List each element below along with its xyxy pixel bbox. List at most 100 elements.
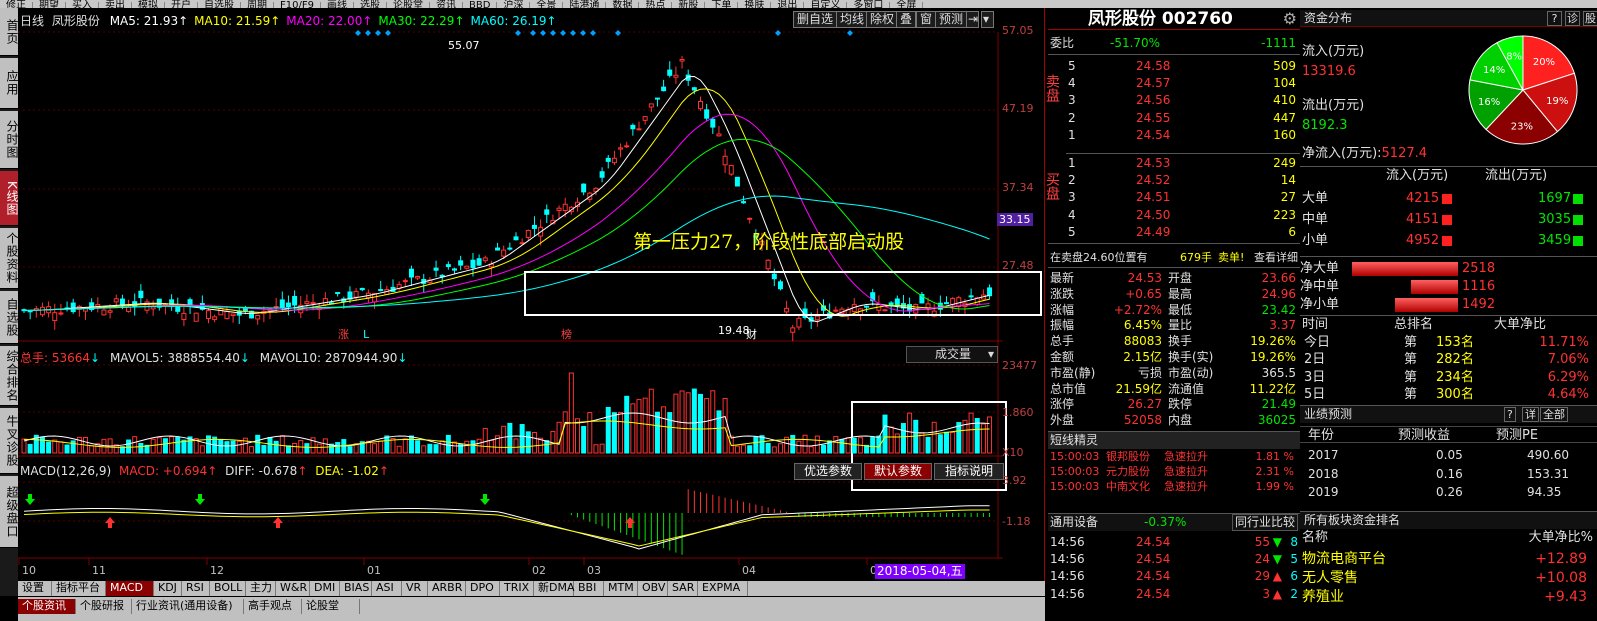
buy-price: 24.50 [1136,207,1171,222]
sector-row[interactable]: 养殖业 +9.43 [1300,589,1597,608]
wizard-pct: 1.81 % [1255,450,1294,463]
volume-bar [630,403,636,454]
indicator-tab[interactable]: 主力 [246,581,276,596]
macd-param-button[interactable]: 默认参数 [864,463,932,480]
indicator-tab[interactable]: 设置 [18,581,52,596]
wizard-row[interactable]: 15:00:03 中南文化 急速拉升 1.99 % [1048,479,1300,494]
candle-body [415,276,421,279]
buy-row[interactable]: 1 24.53 249 [1048,155,1300,172]
sell-volume: 447 [1273,110,1296,125]
sell-row[interactable]: 5 24.58 509 [1048,58,1300,75]
indicator-tab[interactable]: VR [402,581,428,596]
fund-row: 中单 4151 3035 [1300,211,1597,231]
rank-prefix: 第 [1404,386,1418,402]
sell-row[interactable]: 3 24.56 410 [1048,92,1300,109]
buy-row[interactable]: 3 24.51 27 [1048,189,1300,206]
left-tab[interactable]: K线图 [0,171,19,226]
weibi-pct: -51.70% [1110,36,1161,50]
wizard-row[interactable]: 15:00:03 银邦股份 急速拉升 1.81 % [1048,449,1300,464]
indicator-tab[interactable]: BIAS [340,581,372,596]
chart-tool-button[interactable]: 预测 [935,11,968,28]
indicator-tab[interactable]: KDJ [154,581,182,596]
menu-down-icon[interactable]: ▾ [981,11,994,28]
sell-row[interactable]: 4 24.57 104 [1048,75,1300,92]
left-tab[interactable]: 分时图 [0,111,19,169]
fund-title-button[interactable]: ? [1547,11,1562,26]
indicator-tab[interactable]: 新DMA [534,581,575,596]
indicator-tab[interactable]: BBI [574,581,604,596]
gear-icon[interactable]: ⚙ [1283,9,1297,28]
indicator-tab[interactable]: EXPMA [698,581,748,596]
indicator-tab[interactable]: ARBR [428,581,466,596]
pin-icon[interactable]: ⇥ [966,11,979,28]
left-tab[interactable]: 个股资料 [0,228,19,289]
indicator-tab[interactable]: 指标平台 [52,581,106,596]
candle-body [716,133,722,137]
info-tab[interactable]: 个股研报 [76,599,132,614]
indicator-tab[interactable]: BOLL [210,581,246,596]
forecast-button[interactable]: 详 [1522,407,1539,422]
info-tab[interactable]: 高手观点 [244,599,302,614]
buy-row[interactable]: 4 24.50 223 [1048,207,1300,224]
fund-title-button[interactable]: 股 [1583,11,1597,26]
macd-param-button[interactable]: 优选参数 [794,463,862,480]
sell-row[interactable]: 2 24.55 447 [1048,110,1300,127]
chart-tool-button[interactable]: 均线 [836,11,869,28]
outflow-label: 流出(万元) [1302,98,1365,113]
tick-time: 14:56 [1050,535,1085,549]
volume-bar [27,443,33,454]
left-tab[interactable]: 自选股 [0,291,19,344]
sell-row[interactable]: 1 24.54 160 [1048,127,1300,144]
indicator-tab[interactable]: DMI [310,581,340,596]
chart-tool-button[interactable]: 窗 [916,11,937,28]
indicator-tab[interactable]: OBV [638,581,668,596]
volume-bar [599,443,605,454]
industry-compare-link[interactable]: 同行业比较 [1231,514,1298,531]
volume-bar [396,445,402,454]
indicator-tab[interactable]: MTM [604,581,638,596]
info-tab[interactable]: 个股资讯 [18,599,76,614]
left-tab[interactable]: 综合排名 [0,346,19,406]
volume-bar [667,412,673,454]
indicator-tab[interactable]: SAR [668,581,698,596]
left-tab[interactable]: 首页 [0,8,19,56]
volume-bar [821,444,826,454]
indicator-tab[interactable]: TRIX [500,581,534,596]
left-tab[interactable]: 超级盘口 [0,476,19,548]
buy-volume: 14 [1280,173,1296,188]
notice-detail-link[interactable]: 查看详细 [1254,249,1298,266]
indicator-tab[interactable]: RSI [182,581,210,596]
candle-body [445,264,451,268]
macd-param-button[interactable]: 指标说明 [934,463,1004,480]
left-tab[interactable]: 牛叉诊股 [0,408,19,474]
kline-chart-svg[interactable]: 101112010203040555.0719.48涨L榜财第一压力27，阶段性… [18,8,1045,581]
volume-bar [132,436,138,454]
wizard-row[interactable]: 15:00:03 元力股份 急速拉升 2.31 % [1048,464,1300,479]
kline-chart-area[interactable]: 101112010203040555.0719.48涨L榜财第一压力27，阶段性… [18,8,1045,581]
indicator-tab[interactable]: ASI [372,581,402,596]
info-tab[interactable]: 论股堂 [302,599,360,614]
volume-bar [618,411,624,454]
buy-row[interactable]: 5 24.49 6 [1048,224,1300,241]
chart-tool-button[interactable]: 除权 [866,11,899,28]
chart-tool-button[interactable]: 删自选 [793,11,838,28]
volume-bar [255,434,261,454]
fund-title-button[interactable]: 诊 [1565,11,1580,26]
left-tab[interactable]: 应用 [0,58,19,109]
sector-row[interactable]: 无人零售 +10.08 [1300,570,1597,589]
forecast-button[interactable]: 全部 [1540,407,1568,422]
rank-col-header: 总排名 [1394,317,1434,332]
sector-row[interactable]: 物流电商平台 +12.89 [1300,551,1597,570]
forecast-button[interactable]: ? [1504,407,1516,422]
volume-bar [402,438,408,454]
volume-dropdown[interactable]: 成交量 ▾ [906,346,998,363]
info-tab[interactable]: 行业资讯(通用设备) [132,599,244,614]
stat-label: 外盘 [1050,413,1075,428]
buy-row[interactable]: 2 24.52 14 [1048,172,1300,189]
indicator-tab[interactable]: W&R [276,581,310,596]
stat-label: 总手 [1050,334,1075,349]
chart-tool-button[interactable]: 叠 [896,11,917,28]
indicator-tab[interactable]: DPO [466,581,500,596]
industry-row: 通用设备 -0.37% 同行业比较 [1048,514,1300,531]
indicator-tab[interactable]: MACD [106,581,154,596]
